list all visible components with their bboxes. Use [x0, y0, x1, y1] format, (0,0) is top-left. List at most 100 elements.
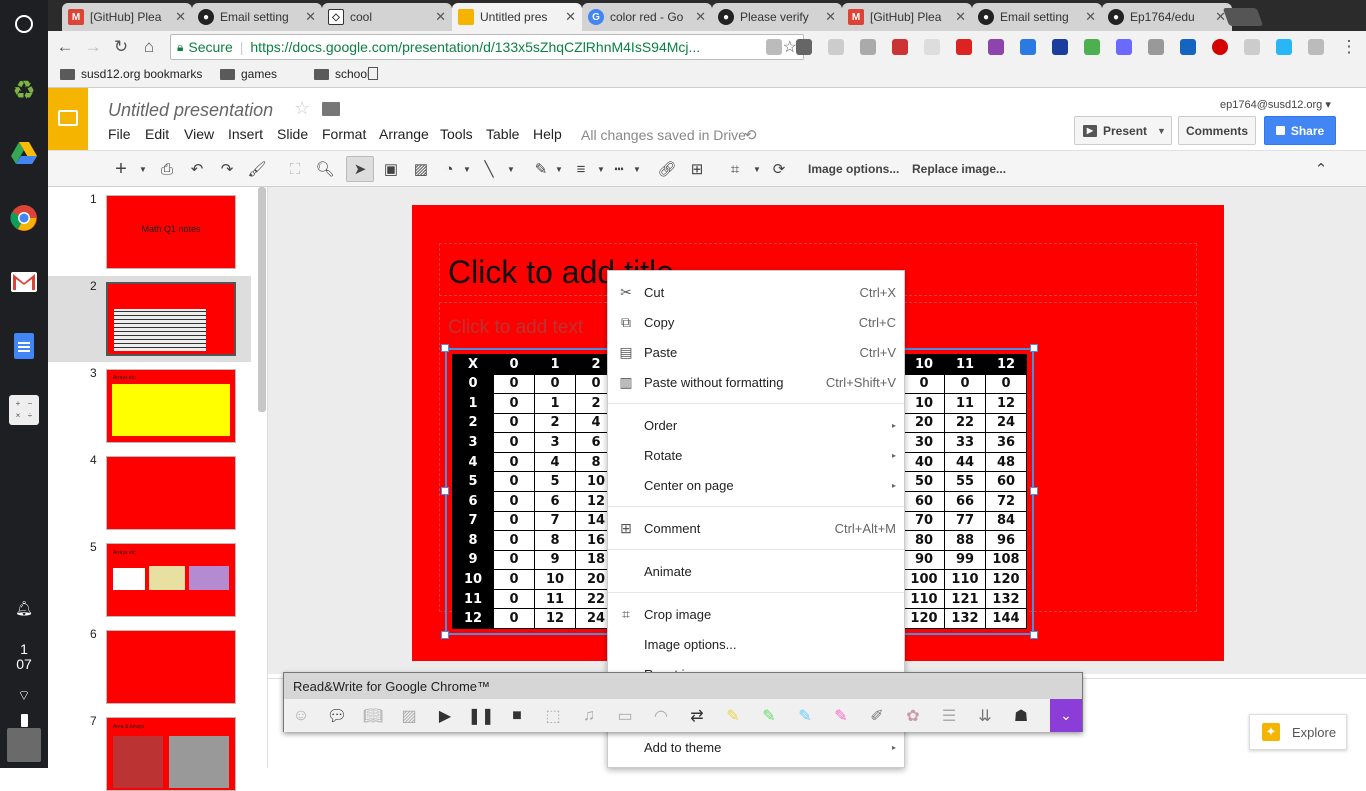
crop-icon[interactable]: ⌗	[726, 160, 744, 178]
tab-cool[interactable]: ◇ cool ✕	[322, 3, 452, 31]
menu-item-rotate[interactable]: Rotate ▸	[608, 440, 904, 470]
highlight-yellow-icon[interactable]: ✎	[722, 705, 744, 727]
pen-dropdown-icon[interactable]: ▼	[550, 160, 568, 178]
forward-arrow-icon[interactable]: →	[82, 36, 104, 58]
address-bar[interactable]: 🔒︎ Secure | https://docs.google.com/pres…	[170, 34, 804, 60]
present-button[interactable]: ▶ Present	[1074, 116, 1154, 145]
tab-color-red[interactable]: Gcolor red - Go ✕	[582, 3, 712, 31]
tab-email-settings-1[interactable]: ● Email setting ✕	[192, 3, 322, 31]
resize-handle[interactable]	[441, 487, 449, 495]
filmstrip-scrollbar[interactable]	[258, 187, 266, 412]
play-icon[interactable]: ▶	[434, 705, 456, 727]
line-weight-icon[interactable]: ≡	[572, 160, 590, 178]
paint-format-icon[interactable]: 🖌︎	[247, 160, 266, 178]
close-tab-icon[interactable]: ✕	[695, 9, 706, 25]
text-box-icon[interactable]: ▣	[382, 160, 400, 178]
stop-icon[interactable]: ■	[506, 705, 528, 727]
menu-item-paste-without-formatting[interactable]: ▥ Paste without formatting Ctrl+Shift+V	[608, 367, 904, 397]
slide-thumb-2[interactable]	[106, 282, 236, 356]
menu-item-copy[interactable]: ⧉ Copy Ctrl+C	[608, 307, 904, 337]
slide-thumb-1[interactable]: Math Q1 notes	[106, 195, 236, 269]
link-icon[interactable]: 🔗︎	[657, 160, 676, 178]
account-email[interactable]: ep1764@susd12.org ▾	[1220, 98, 1331, 111]
menu-arrange[interactable]: Arrange	[379, 126, 429, 142]
redo-icon[interactable]: ↷	[218, 160, 236, 178]
select-cursor-icon[interactable]: ➤	[351, 160, 369, 178]
slides-logo-icon[interactable]	[48, 88, 88, 150]
resize-handle[interactable]	[1030, 487, 1038, 495]
pause-icon[interactable]: ❚❚	[468, 705, 495, 727]
menu-item-center-on-page[interactable]: Center on page ▸	[608, 470, 904, 500]
extension-icon[interactable]	[1308, 39, 1324, 55]
line-dropdown-icon[interactable]: ▼	[502, 160, 520, 178]
line-dash-icon[interactable]: ┅	[610, 160, 628, 178]
close-tab-icon[interactable]: ✕	[435, 9, 446, 25]
share-button[interactable]: Share	[1264, 116, 1336, 145]
calculator-icon[interactable]: + − × ÷	[8, 394, 40, 426]
resize-handle[interactable]	[441, 344, 449, 352]
audio-maker-icon[interactable]: ♫	[578, 705, 600, 727]
adblock-icon[interactable]	[1212, 39, 1228, 55]
collect-highlights-icon[interactable]: ✿	[902, 705, 924, 727]
bookmark-susd12[interactable]: susd12.org bookmarks	[60, 67, 202, 81]
menu-table[interactable]: Table	[486, 126, 519, 142]
mic-extension-icon[interactable]	[1116, 39, 1132, 55]
extension-icon[interactable]	[924, 39, 940, 55]
chrome-icon[interactable]	[8, 202, 40, 234]
readwrite-title[interactable]: Read&Write for Google Chrome™	[284, 673, 1082, 699]
user-avatar[interactable]	[7, 728, 41, 762]
weight-dropdown-icon[interactable]: ▼	[592, 160, 610, 178]
home-icon[interactable]: ⌂	[138, 36, 160, 58]
picture-dictionary-icon[interactable]: ▨	[398, 705, 420, 727]
menu-format[interactable]: Format	[322, 126, 366, 142]
new-slide-plus-icon[interactable]: +	[112, 158, 130, 180]
shape-icon[interactable]: ◔	[440, 160, 458, 178]
reset-image-icon[interactable]: ⟳	[770, 160, 788, 178]
close-tab-icon[interactable]: ✕	[305, 9, 316, 25]
zoom-icon[interactable]: 🔍︎	[315, 160, 334, 178]
bookmark-star-icon[interactable]: ☆	[783, 37, 797, 57]
image-options-button[interactable]: Image options...	[808, 162, 899, 176]
dash-dropdown-icon[interactable]: ▼	[628, 160, 646, 178]
image-icon[interactable]: ▨	[412, 160, 430, 178]
gmail-icon[interactable]	[8, 266, 40, 298]
pen-color-icon[interactable]: ✎	[532, 160, 550, 178]
replace-image-button[interactable]: Replace image...	[912, 162, 1006, 176]
vocabulary-list-icon[interactable]: ☰	[938, 705, 960, 727]
extension-icon[interactable]	[1180, 39, 1196, 55]
slide-thumb-3[interactable]: Arrays etc	[106, 369, 236, 443]
tab-email-settings-2[interactable]: ● Email setting ✕	[972, 3, 1102, 31]
slide-thumb-4[interactable]	[106, 456, 236, 530]
menu-insert[interactable]: Insert	[228, 126, 263, 142]
menu-item-cut[interactable]: ✂ Cut Ctrl+X	[608, 277, 904, 307]
close-tab-icon[interactable]: ✕	[1085, 9, 1096, 25]
explore-button[interactable]: ✦ Explore	[1249, 714, 1347, 750]
s-extension-icon[interactable]	[956, 39, 972, 55]
c-extension-icon[interactable]	[1276, 39, 1292, 55]
tab-untitled-presentation[interactable]: Untitled pres ✕	[452, 3, 582, 31]
comments-button[interactable]: Comments	[1178, 116, 1256, 145]
add-comment-icon[interactable]: ⊞	[688, 160, 706, 178]
clear-highlights-icon[interactable]: ✐	[866, 705, 888, 727]
tab-github-please-1[interactable]: M [GitHub] Plea ✕	[62, 3, 192, 31]
extension-icon[interactable]	[828, 39, 844, 55]
bookmark-page[interactable]	[368, 67, 378, 80]
history-icon[interactable]: ⟲	[744, 126, 757, 144]
slide-thumb-5[interactable]: Arrays etc	[106, 543, 236, 617]
line-icon[interactable]: ╲	[480, 160, 498, 178]
tab-ep1764-edu[interactable]: ● Ep1764/edu ✕	[1102, 3, 1232, 31]
screenshot-reader-icon[interactable]: ⬚	[542, 705, 564, 727]
resize-handle[interactable]	[1030, 344, 1038, 352]
undo-icon[interactable]: ↶	[188, 160, 206, 178]
extension-icon[interactable]	[1244, 39, 1260, 55]
new-tab-button[interactable]	[1222, 8, 1264, 26]
menu-item-add-to-theme[interactable]: Add to theme ▸	[608, 732, 904, 762]
close-tab-icon[interactable]: ✕	[565, 9, 576, 25]
collapse-chevron-icon[interactable]: ⌃	[1312, 160, 1330, 178]
menu-tools[interactable]: Tools	[440, 126, 473, 142]
teacher-icon[interactable]: ☗	[1010, 705, 1032, 727]
launcher-icon[interactable]	[8, 8, 40, 40]
menu-slide[interactable]: Slide	[277, 126, 308, 142]
menu-item-image-options[interactable]: Image options...	[608, 629, 904, 659]
screen-mask-icon[interactable]: ▭	[614, 705, 636, 727]
